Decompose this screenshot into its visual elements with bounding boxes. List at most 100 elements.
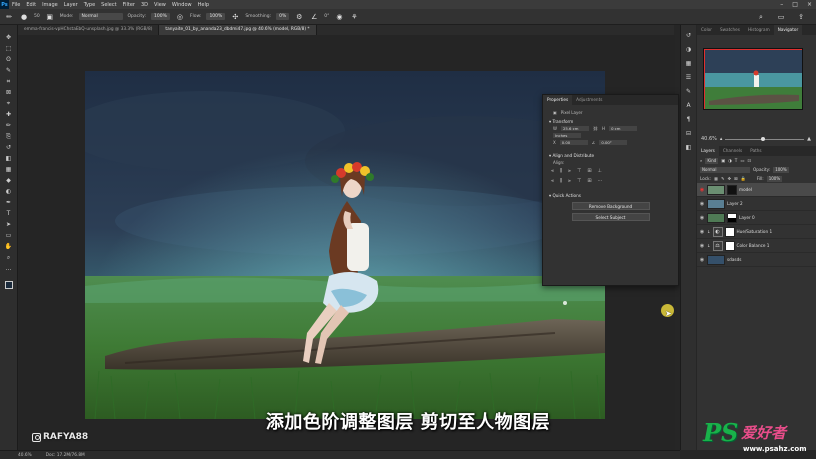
flow-field[interactable]: 100% bbox=[206, 13, 226, 20]
eye-icon[interactable]: ◉ bbox=[699, 229, 705, 235]
align-section-title[interactable]: ▾ Align and Distribute bbox=[543, 150, 678, 159]
search-icon[interactable]: ⌕ bbox=[756, 12, 766, 22]
gradient-icon[interactable]: ▦ bbox=[4, 165, 14, 174]
tab-swatches[interactable]: Swatches bbox=[716, 25, 744, 35]
fill-field[interactable]: 100% bbox=[766, 175, 783, 182]
distribute-top-icon[interactable]: ⊤ bbox=[577, 178, 581, 184]
layer-name[interactable]: Layer 2 bbox=[727, 201, 743, 206]
frame-icon[interactable]: ⊠ bbox=[4, 88, 14, 97]
layer-mask-thumbnail[interactable] bbox=[727, 212, 737, 223]
menu-select[interactable]: Select bbox=[98, 2, 119, 8]
close-icon[interactable]: × bbox=[807, 0, 812, 9]
filter-shape-icon[interactable]: ▭ bbox=[740, 158, 744, 163]
more-options-icon[interactable]: ⋯ bbox=[598, 178, 603, 184]
history-brush-icon[interactable]: ↺ bbox=[4, 143, 14, 152]
eye-icon[interactable]: ◉ bbox=[699, 201, 705, 207]
menu-filter[interactable]: Filter bbox=[120, 2, 138, 8]
eye-icon[interactable]: ◉ bbox=[699, 187, 705, 193]
lock-move-icon[interactable]: ✥ bbox=[727, 176, 731, 181]
tab-properties[interactable]: Properties bbox=[543, 95, 573, 105]
mode-select[interactable]: Normal bbox=[78, 13, 123, 20]
share-icon[interactable]: ⇪ bbox=[796, 12, 806, 22]
tab-adjustments[interactable]: Adjustments bbox=[572, 95, 606, 105]
distribute-hcenter-icon[interactable]: ⫼ bbox=[560, 178, 562, 184]
adjustments-icon[interactable]: ◑ bbox=[684, 45, 694, 54]
minimize-icon[interactable]: – bbox=[780, 0, 783, 9]
link-icon[interactable]: ⛓ bbox=[593, 126, 598, 131]
properties-icon[interactable]: ⊟ bbox=[684, 129, 694, 138]
stamp-icon[interactable]: ⎘ bbox=[4, 132, 14, 141]
background-color-swatch[interactable] bbox=[9, 286, 17, 293]
smoothing-options-icon[interactable]: ⚙ bbox=[294, 12, 304, 22]
lock-paint-icon[interactable]: ✎ bbox=[721, 176, 725, 181]
menu-edit[interactable]: Edit bbox=[23, 2, 39, 8]
brush-settings-icon[interactable]: ▣ bbox=[45, 12, 55, 22]
layer-opacity-field[interactable]: 100% bbox=[773, 166, 789, 173]
brush-icon[interactable]: ✏ bbox=[4, 121, 14, 130]
zoom-slider-knob[interactable] bbox=[760, 136, 765, 141]
kind-select[interactable]: Kind bbox=[705, 157, 719, 164]
align-top-icon[interactable]: ⊤ bbox=[577, 168, 581, 174]
hand-icon[interactable]: ✋ bbox=[4, 242, 14, 251]
select-subject-button[interactable]: Select Subject bbox=[571, 213, 650, 221]
eraser-icon[interactable]: ◧ bbox=[4, 154, 14, 163]
quick-actions-title[interactable]: ▾ Quick Actions bbox=[543, 190, 678, 199]
layer-mask-thumbnail[interactable] bbox=[727, 184, 737, 195]
symmetry-icon[interactable]: ⚘ bbox=[349, 12, 359, 22]
menu-layer[interactable]: Layer bbox=[61, 2, 81, 8]
navigator-zoom-value[interactable]: 40.6% bbox=[701, 136, 717, 142]
tab-layers[interactable]: Layers bbox=[697, 146, 719, 156]
dodge-icon[interactable]: ◐ bbox=[4, 187, 14, 196]
lock-pixels-icon[interactable]: ▦ bbox=[714, 176, 718, 181]
menu-help[interactable]: Help bbox=[195, 2, 212, 8]
blend-mode-select[interactable]: Normal bbox=[700, 166, 750, 173]
menu-view[interactable]: View bbox=[151, 2, 169, 8]
layer-name[interactable]: Layer 0 bbox=[739, 215, 755, 220]
height-field[interactable]: 0 cm bbox=[609, 126, 638, 131]
brush-tool-icon[interactable]: ✏ bbox=[4, 12, 14, 22]
blur-icon[interactable]: ◆ bbox=[4, 176, 14, 185]
image-canvas[interactable] bbox=[85, 71, 605, 419]
history-icon[interactable]: ↺ bbox=[684, 31, 694, 40]
layer-row-model[interactable]: ◉ model bbox=[697, 183, 816, 197]
libraries-icon[interactable]: ☰ bbox=[684, 73, 694, 82]
navigator-view-box[interactable] bbox=[704, 49, 802, 109]
menu-type[interactable]: Type bbox=[81, 2, 98, 8]
paragraph-icon[interactable]: ¶ bbox=[684, 115, 694, 124]
spot-heal-icon[interactable]: ✚ bbox=[4, 110, 14, 119]
eye-icon[interactable]: ◉ bbox=[699, 215, 705, 221]
lock-artboard-icon[interactable]: ⊠ bbox=[734, 176, 738, 181]
maximize-icon[interactable]: □ bbox=[792, 0, 798, 9]
layer-row-color-balance[interactable]: ◉ ↓ ⚖ Color Balance 1 bbox=[697, 239, 816, 253]
eye-icon[interactable]: ◉ bbox=[699, 243, 705, 249]
layer-comps-icon[interactable]: ◧ bbox=[684, 143, 694, 152]
brush-preset-icon[interactable]: ● bbox=[19, 12, 29, 22]
document-tab-1[interactable]: emma-francis-vpHChstaEbQ-unsplash.jpg @ … bbox=[18, 25, 160, 35]
brushes-icon[interactable]: ✎ bbox=[684, 87, 694, 96]
transform-section-title[interactable]: ▾ Transform bbox=[543, 116, 678, 125]
color-swatches[interactable] bbox=[4, 281, 17, 293]
lasso-icon[interactable]: ʘ bbox=[4, 55, 14, 64]
eyedropper-icon[interactable]: ⌖ bbox=[4, 99, 14, 108]
layer-mask-thumbnail[interactable] bbox=[724, 240, 735, 251]
filter-adjust-icon[interactable]: ◑ bbox=[728, 158, 732, 163]
opacity-field[interactable]: 100% bbox=[151, 13, 170, 20]
angle-field[interactable]: 0.00° bbox=[599, 140, 628, 145]
smoothing-field[interactable]: 0% bbox=[276, 13, 290, 20]
filter-smart-icon[interactable]: ⊡ bbox=[747, 158, 751, 163]
move-icon[interactable]: ✥ bbox=[4, 33, 14, 42]
document-tab-2[interactable]: tanyaite_01_by_ananda23_dbdmi47.jpg @ 40… bbox=[159, 25, 317, 35]
zoom-out-icon[interactable]: ▴ bbox=[720, 136, 723, 142]
tab-histogram[interactable]: Histogram bbox=[744, 25, 774, 35]
crop-icon[interactable]: ⌗ bbox=[4, 77, 14, 86]
align-vcenter-icon[interactable]: ⊞ bbox=[587, 168, 591, 174]
tab-channels[interactable]: Channels bbox=[719, 146, 746, 156]
layer-name[interactable]: model bbox=[739, 187, 752, 192]
zoom-in-icon[interactable]: ▲ bbox=[807, 136, 811, 142]
align-right-icon[interactable]: ⫸ bbox=[568, 168, 571, 174]
x-field[interactable]: 0.00 bbox=[559, 140, 588, 145]
photoshop-logo-icon[interactable]: Ps bbox=[0, 0, 9, 9]
eye-icon[interactable]: ◉ bbox=[699, 257, 705, 263]
remove-background-button[interactable]: Remove Background bbox=[571, 202, 650, 210]
status-zoom[interactable]: 40.6% bbox=[18, 453, 32, 458]
